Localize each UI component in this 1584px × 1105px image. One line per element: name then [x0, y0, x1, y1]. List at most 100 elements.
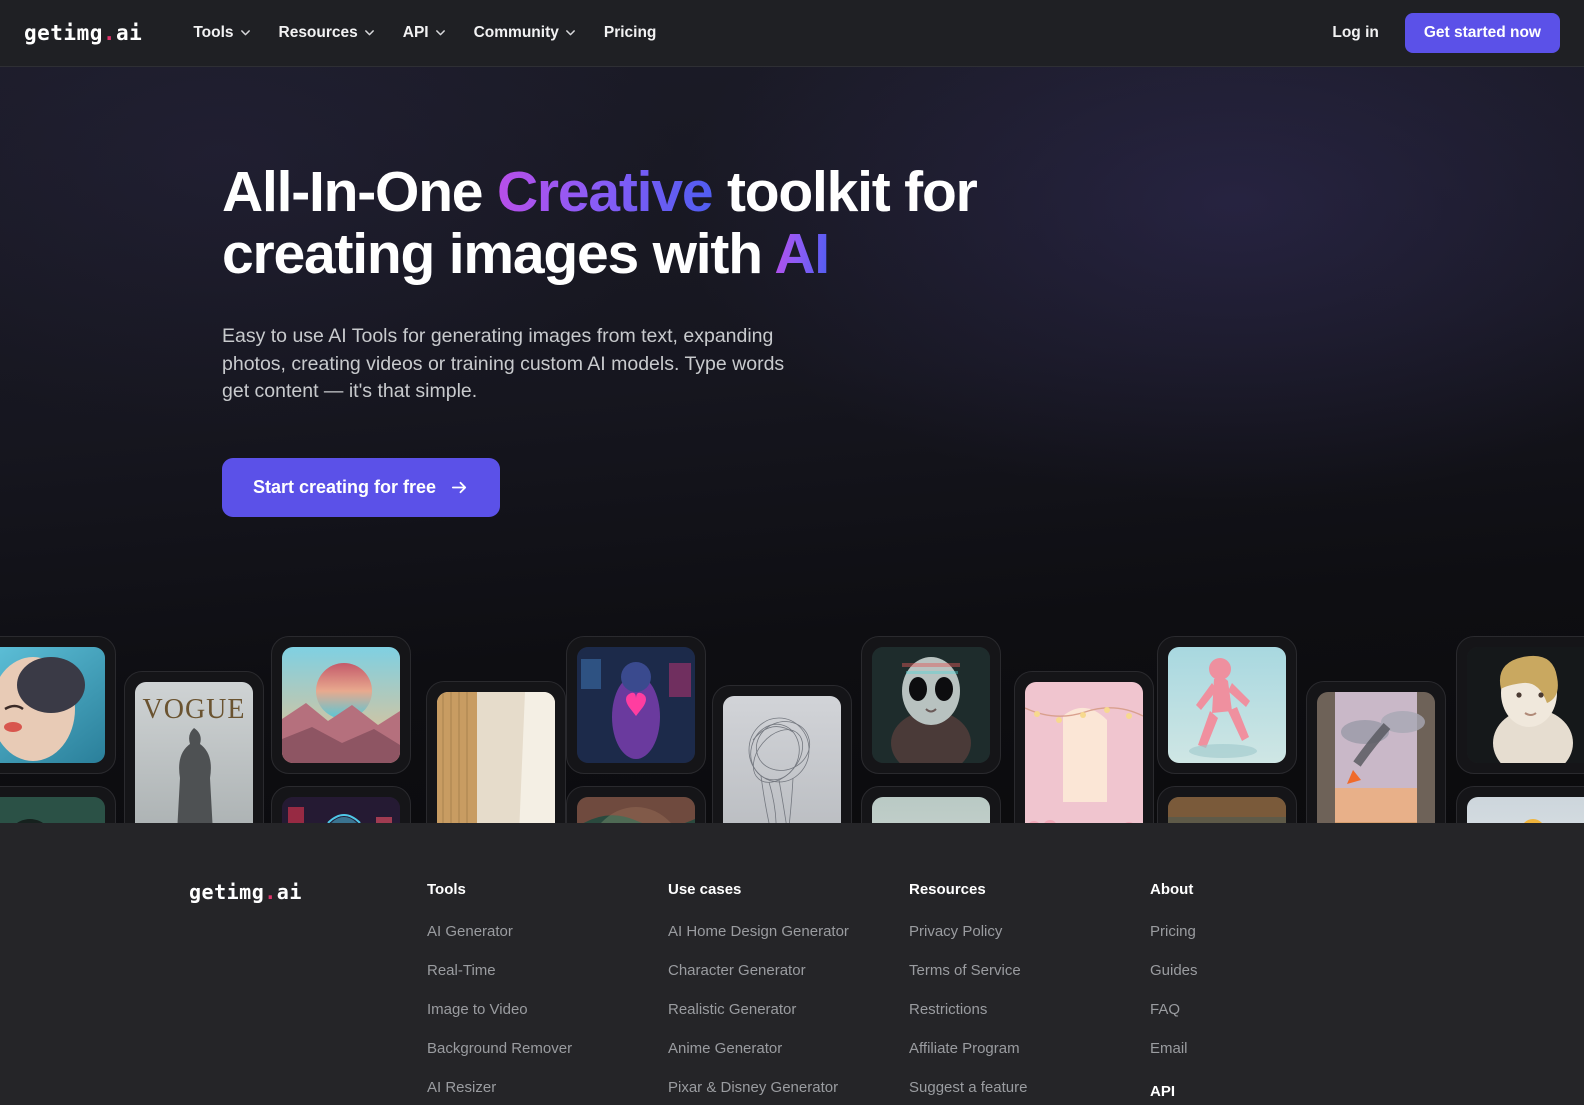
footer-link[interactable]: Terms of Service: [909, 962, 1150, 979]
gallery-card[interactable]: [1456, 636, 1584, 774]
footer-heading: Tools: [427, 881, 466, 898]
gallery-card[interactable]: VOGUE: [124, 671, 264, 823]
gallery-card[interactable]: [566, 636, 706, 774]
nav-item-tools[interactable]: Tools: [179, 16, 264, 50]
footer-heading-api: API: [1150, 1083, 1176, 1100]
footer-logo-text: getimg: [189, 880, 265, 904]
gallery-column: [1306, 681, 1446, 823]
gallery-card[interactable]: [1157, 636, 1297, 774]
porcelain-woman-thumb: [1467, 647, 1584, 763]
hero-section: All-In-One Creative toolkit for creating…: [0, 67, 1584, 823]
nav-label: Community: [473, 24, 559, 41]
gallery-column: [1456, 636, 1584, 823]
footer-link[interactable]: Background Remover: [427, 1040, 668, 1057]
gallery-card[interactable]: [1157, 786, 1297, 823]
gallery-card[interactable]: [566, 786, 706, 823]
gallery-card[interactable]: [1456, 786, 1584, 823]
cyberpunk-figure-thumb: [282, 797, 400, 823]
interior-wood-room-thumb: [437, 692, 555, 823]
get-started-button[interactable]: Get started now: [1404, 13, 1560, 53]
gallery-card[interactable]: [712, 685, 852, 823]
gallery-card[interactable]: [1014, 671, 1154, 823]
footer-column-resources: Resources Privacy Policy Terms of Servic…: [909, 881, 1150, 1105]
title-part-1: All-In-One: [222, 160, 497, 224]
alien-portrait-glitch-thumb: [872, 647, 990, 763]
footer-link[interactable]: Pixar & Disney Generator: [668, 1079, 909, 1096]
footer-link[interactable]: Anime Generator: [668, 1040, 909, 1057]
gallery-column: VOGUE: [124, 671, 264, 823]
colorful-balloon-tree-thumb: [1467, 797, 1584, 823]
footer-column-about: About Pricing Guides FAQ Email: [1150, 881, 1391, 1105]
gallery-card[interactable]: [426, 681, 566, 823]
nav-item-api[interactable]: API: [389, 16, 460, 50]
footer-column-use-cases: Use cases AI Home Design Generator Chara…: [668, 881, 909, 1105]
overgrown-interior-thumb: [1168, 797, 1286, 823]
image-gallery-strip: VOGUE: [0, 575, 1584, 823]
gallery-column: [426, 681, 566, 823]
start-creating-button[interactable]: Start creating for free: [222, 458, 501, 518]
footer-link[interactable]: Suggest a feature: [909, 1079, 1150, 1096]
wire-head-sketch-thumb: [723, 696, 841, 823]
pink-teddy-room-thumb: [1025, 682, 1143, 823]
title-highlight-ai: AI: [774, 221, 830, 286]
nav-label: Pricing: [603, 24, 657, 41]
robot-heart-neon-thumb: [577, 647, 695, 763]
astronaut-doorway-thumb: [1317, 692, 1435, 823]
gallery-card[interactable]: [271, 636, 411, 774]
nav-label: Resources: [278, 24, 358, 41]
gallery-column: [1157, 636, 1297, 823]
nav-label: Tools: [193, 24, 234, 41]
site-footer: getimg.ai Tools AI Generator Real-Time I…: [0, 823, 1584, 1105]
nav-actions: Log in Get started now: [1318, 13, 1560, 53]
vogue-cover-statue-thumb: VOGUE: [135, 682, 253, 823]
footer-link[interactable]: Affiliate Program: [909, 1040, 1150, 1057]
arrow-right-icon: [450, 478, 469, 497]
gallery-card[interactable]: [861, 786, 1001, 823]
footer-link[interactable]: Pricing: [1150, 923, 1391, 940]
nav-item-community[interactable]: Community: [460, 16, 590, 50]
page-title: All-In-One Creative toolkit for creating…: [222, 160, 1082, 286]
face-green-red-thumb: [577, 797, 695, 823]
footer-logo-dot: .: [264, 880, 277, 904]
footer-link[interactable]: Real-Time: [427, 962, 668, 979]
svg-text:VOGUE: VOGUE: [143, 694, 246, 725]
footer-link[interactable]: FAQ: [1150, 1001, 1391, 1018]
gallery-column: [0, 636, 116, 823]
chevron-down-icon: [364, 27, 375, 38]
gallery-column: [1014, 671, 1154, 823]
footer-link[interactable]: Character Generator: [668, 962, 909, 979]
footer-link[interactable]: AI Generator: [427, 923, 668, 940]
footer-link[interactable]: Restrictions: [909, 1001, 1150, 1018]
footer-heading: About: [1150, 881, 1194, 898]
site-logo[interactable]: getimg.ai: [24, 21, 142, 45]
chevron-down-icon: [435, 27, 446, 38]
nav-label: API: [402, 24, 429, 41]
footer-link[interactable]: Privacy Policy: [909, 923, 1150, 940]
footer-logo-suffix: ai: [276, 880, 302, 904]
misty-figure-clouds-thumb: [872, 797, 990, 823]
login-link[interactable]: Log in: [1318, 16, 1393, 50]
gallery-card[interactable]: [271, 786, 411, 823]
primary-nav: Tools Resources API Community Pricing: [179, 16, 670, 50]
gallery-card[interactable]: [861, 636, 1001, 774]
logo-suffix: ai: [116, 21, 143, 45]
hero-subtitle: Easy to use AI Tools for generating imag…: [222, 325, 785, 403]
gallery-card[interactable]: [0, 636, 116, 774]
footer-link[interactable]: Realistic Generator: [668, 1001, 909, 1018]
walking-skeleton-pink-thumb: [1168, 647, 1286, 763]
nav-item-pricing[interactable]: Pricing: [590, 16, 671, 50]
gallery-card[interactable]: [1306, 681, 1446, 823]
hero-content: All-In-One Creative toolkit for creating…: [222, 160, 1082, 518]
title-highlight-creative: Creative: [496, 160, 714, 224]
dark-figure-green-thumb: [0, 797, 105, 823]
footer-link[interactable]: AI Resizer: [427, 1079, 668, 1096]
gallery-column: [271, 636, 411, 823]
footer-link[interactable]: Email: [1150, 1040, 1391, 1057]
cta-label: Start creating for free: [253, 477, 437, 498]
footer-logo[interactable]: getimg.ai: [189, 880, 302, 904]
gallery-card[interactable]: [0, 786, 116, 823]
nav-item-resources[interactable]: Resources: [265, 16, 389, 50]
footer-link[interactable]: Guides: [1150, 962, 1391, 979]
footer-link[interactable]: Image to Video: [427, 1001, 668, 1018]
footer-link[interactable]: AI Home Design Generator: [668, 923, 909, 940]
